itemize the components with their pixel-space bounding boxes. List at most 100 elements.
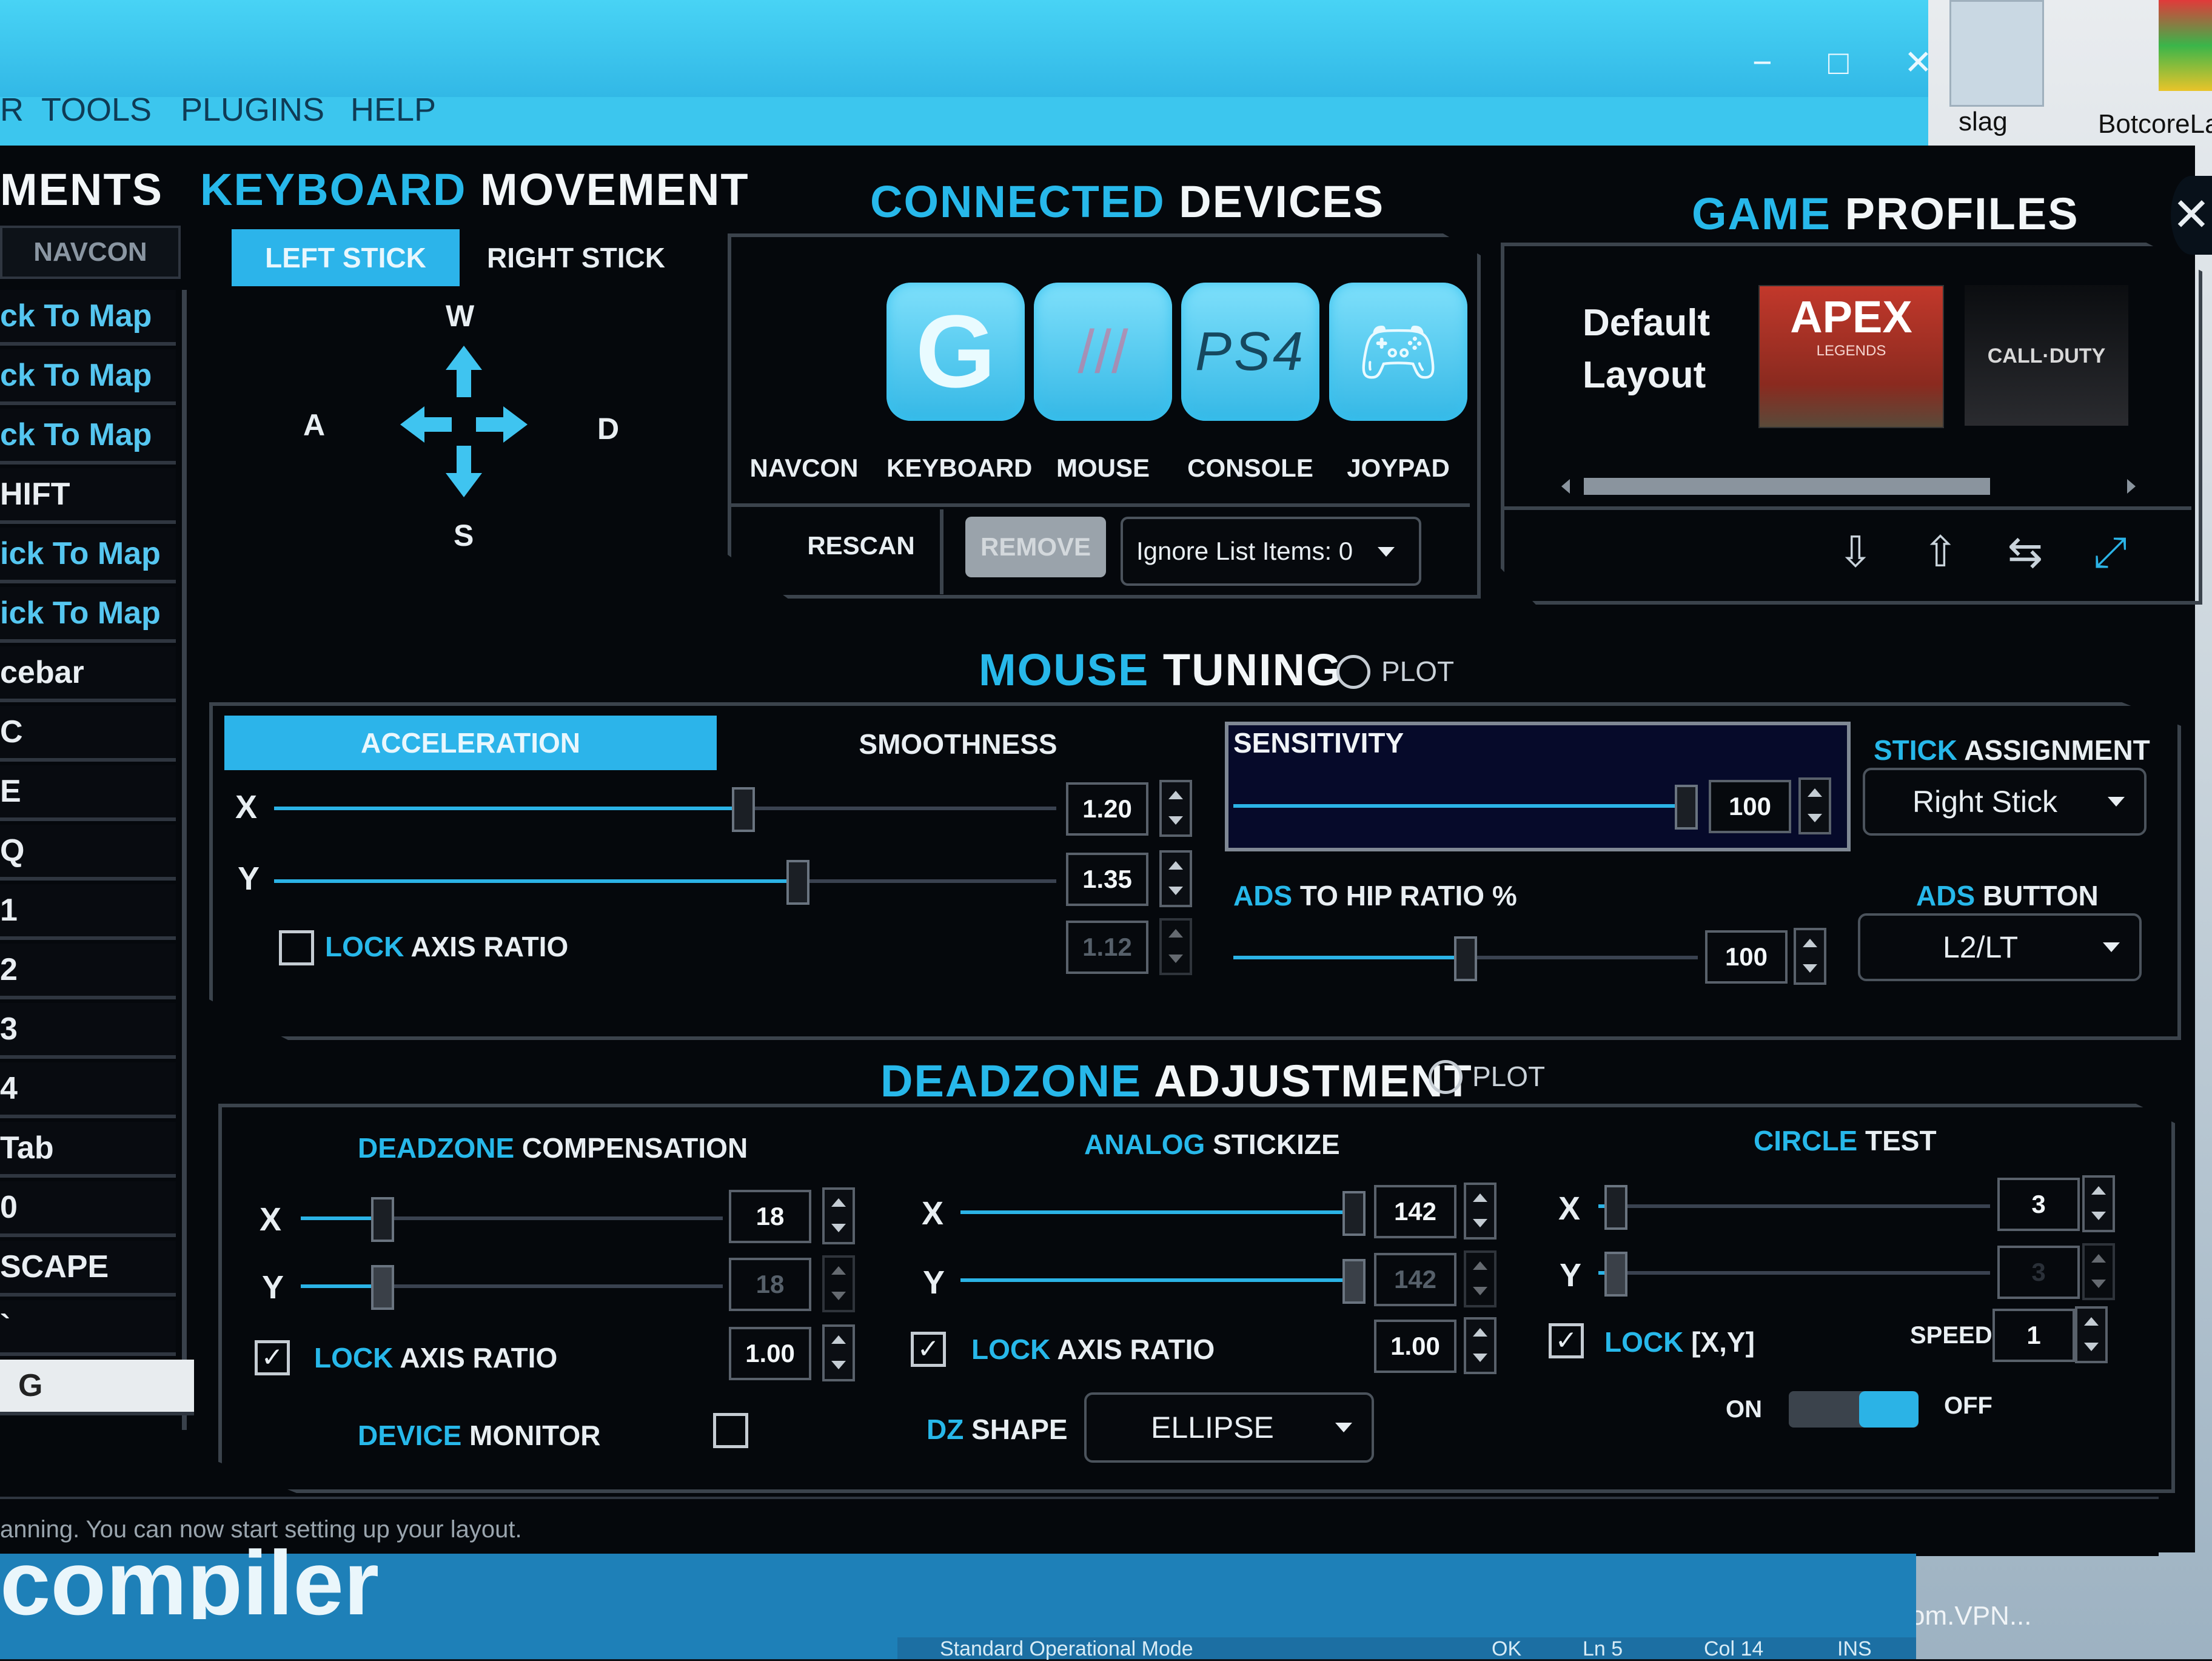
accel-ratio-input[interactable]: 1.12 — [1066, 921, 1148, 974]
stickize-x-slider[interactable] — [960, 1191, 1366, 1236]
menu-plugins[interactable]: PLUGINS — [181, 91, 324, 129]
sensitivity-stepper[interactable] — [1798, 777, 1831, 834]
logitech-g-icon[interactable]: G — [886, 283, 1025, 421]
accel-x-stepper[interactable] — [1159, 780, 1192, 837]
accel-ratio-stepper[interactable] — [1159, 918, 1192, 975]
mapping-list-item[interactable]: ` — [0, 1300, 176, 1356]
winrar-icon[interactable] — [2159, 0, 2212, 91]
accel-y-slider[interactable] — [274, 860, 1056, 905]
tab-left-stick[interactable]: LEFT STICK — [232, 229, 460, 286]
mapping-list-item[interactable]: cebar — [0, 646, 176, 702]
import-icon[interactable]: ⇩ — [1831, 528, 1880, 576]
stickize-ratio-input[interactable]: 1.00 — [1374, 1320, 1456, 1373]
accel-y-input[interactable]: 1.35 — [1066, 853, 1148, 906]
stickize-x-stepper[interactable] — [1464, 1183, 1496, 1240]
deadzone-plot-radio[interactable] — [1429, 1060, 1463, 1094]
call-of-duty-profile[interactable]: CALL·DUTY — [1965, 285, 2128, 426]
comp-y-stepper[interactable] — [822, 1255, 855, 1312]
on-off-toggle[interactable] — [1789, 1391, 1919, 1428]
ads-hip-input[interactable]: 100 — [1705, 930, 1788, 984]
expand-icon[interactable]: ⤢ — [2086, 528, 2134, 576]
mapping-list-item[interactable]: E — [0, 765, 176, 821]
comp-y-thumb[interactable] — [371, 1265, 394, 1310]
mapping-list-item[interactable]: 0 — [0, 1181, 176, 1237]
sensitivity-slider[interactable] — [1233, 785, 1698, 830]
accel-y-stepper[interactable] — [1159, 850, 1192, 907]
mapping-list-item[interactable]: G — [0, 1360, 194, 1415]
ps4-icon[interactable]: PS4 — [1181, 283, 1319, 421]
stickize-y-input[interactable]: 142 — [1374, 1253, 1456, 1306]
mapping-list-item[interactable]: ck To Map — [0, 409, 176, 465]
export-icon[interactable]: ⇧ — [1916, 528, 1965, 576]
stickize-lock-checkbox[interactable]: ✓ — [911, 1332, 946, 1367]
remove-button[interactable]: REMOVE — [965, 517, 1106, 577]
mouse-plot-radio[interactable] — [1336, 655, 1370, 689]
accel-x-thumb[interactable] — [732, 787, 755, 832]
ads-button-dropdown[interactable]: L2/LT — [1858, 913, 2142, 981]
stickize-y-stepper[interactable] — [1464, 1250, 1496, 1307]
navcon-tab[interactable]: NAVCON — [0, 226, 181, 279]
scroll-right-arrow[interactable] — [2127, 479, 2136, 494]
rescan-button[interactable]: RESCAN — [788, 531, 934, 560]
ads-hip-stepper[interactable] — [1794, 928, 1826, 985]
circle-y-thumb[interactable] — [1604, 1252, 1627, 1297]
scroll-left-arrow[interactable] — [1561, 479, 1570, 494]
comp-y-input[interactable]: 18 — [729, 1258, 811, 1311]
ads-hip-thumb[interactable] — [1454, 936, 1477, 981]
close-window-button[interactable]: ✕ — [1904, 42, 1932, 82]
comp-ratio-input[interactable]: 1.00 — [729, 1327, 811, 1380]
sensitivity-thumb[interactable] — [1675, 785, 1698, 830]
default-layout-profile[interactable]: Default Layout — [1583, 297, 1710, 401]
accel-x-slider[interactable] — [274, 787, 1056, 832]
mapping-list-item[interactable]: Q — [0, 825, 176, 881]
circle-x-thumb[interactable] — [1604, 1185, 1627, 1230]
stickize-x-input[interactable]: 142 — [1374, 1185, 1456, 1238]
mapping-list-item[interactable]: ick To Map — [0, 587, 176, 643]
profiles-scrollbar[interactable] — [1584, 478, 1990, 495]
mapping-list-item[interactable]: HIFT — [0, 468, 176, 524]
accel-y-thumb[interactable] — [786, 860, 809, 905]
comp-y-slider[interactable] — [301, 1265, 723, 1310]
comp-x-thumb[interactable] — [371, 1197, 394, 1242]
apex-legends-profile[interactable]: APEX LEGENDS — [1758, 285, 1944, 428]
speed-stepper[interactable] — [2075, 1306, 2108, 1363]
circle-x-input[interactable]: 3 — [1997, 1178, 2080, 1231]
stickize-ratio-stepper[interactable] — [1464, 1317, 1496, 1374]
stickize-y-thumb[interactable] — [1342, 1259, 1366, 1304]
copy-icon[interactable]: ⇆ — [2001, 528, 2049, 576]
circle-lock-checkbox[interactable]: ✓ — [1549, 1323, 1584, 1358]
close-panel-icon[interactable]: ✕ — [2171, 176, 2212, 255]
mapping-list-item[interactable]: ck To Map — [0, 290, 176, 346]
maximize-button[interactable]: □ — [1828, 42, 1849, 82]
stickize-y-slider[interactable] — [960, 1259, 1366, 1304]
mapping-list-item[interactable]: 4 — [0, 1062, 176, 1118]
circle-x-stepper[interactable] — [2082, 1175, 2115, 1232]
device-monitor-checkbox[interactable] — [713, 1413, 748, 1448]
ads-hip-slider[interactable] — [1233, 936, 1698, 981]
menu-help[interactable]: HELP — [350, 91, 436, 129]
circle-y-slider[interactable] — [1598, 1252, 1990, 1297]
accel-x-input[interactable]: 1.20 — [1066, 782, 1148, 836]
corsair-icon[interactable]: /// — [1034, 283, 1172, 421]
circle-y-stepper[interactable] — [2082, 1243, 2115, 1300]
mapping-list-item[interactable]: 3 — [0, 1003, 176, 1059]
comp-x-input[interactable]: 18 — [729, 1190, 811, 1243]
desktop-file-icon[interactable] — [1949, 0, 2044, 107]
dz-shape-dropdown[interactable]: ELLIPSE — [1084, 1392, 1374, 1463]
circle-x-slider[interactable] — [1598, 1185, 1990, 1230]
stickize-x-thumb[interactable] — [1342, 1191, 1366, 1236]
comp-lock-checkbox[interactable]: ✓ — [255, 1340, 290, 1375]
comp-ratio-stepper[interactable] — [822, 1324, 855, 1381]
menu-tools[interactable]: TOOLS — [41, 91, 152, 129]
mapping-list-item[interactable]: C — [0, 706, 176, 762]
lock-axis-ratio-checkbox[interactable] — [279, 930, 314, 965]
mapping-list-item[interactable]: Tab — [0, 1122, 176, 1178]
sensitivity-input[interactable]: 100 — [1709, 780, 1791, 833]
comp-x-stepper[interactable] — [822, 1187, 855, 1244]
mapping-list-item[interactable]: 2 — [0, 944, 176, 999]
mapping-list-item[interactable]: 1 — [0, 884, 176, 940]
comp-x-slider[interactable] — [301, 1197, 723, 1242]
speed-input[interactable]: 1 — [1992, 1309, 2075, 1362]
mapping-list-item[interactable]: SCAPE — [0, 1241, 176, 1297]
tab-acceleration[interactable]: ACCELERATION — [224, 716, 717, 770]
